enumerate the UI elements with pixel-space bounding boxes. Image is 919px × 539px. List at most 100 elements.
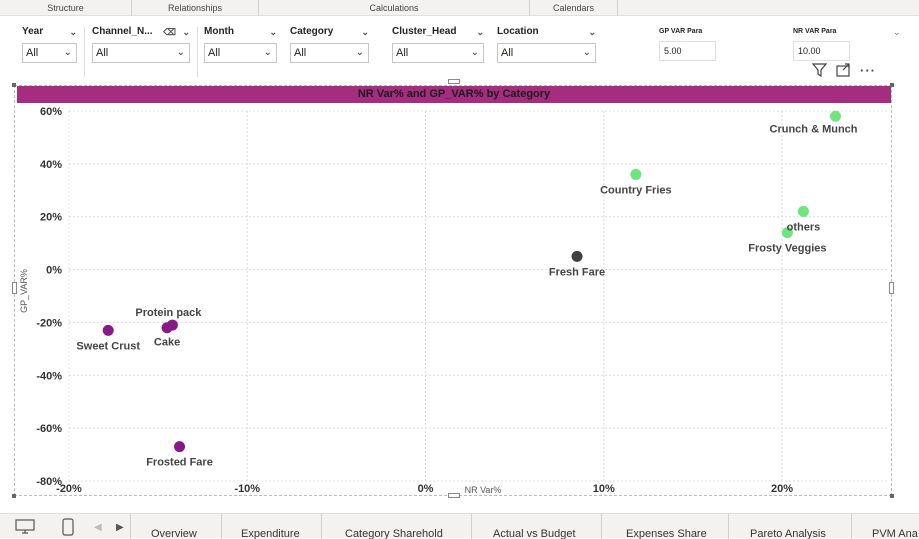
data-label: Cake	[154, 337, 180, 349]
param-input[interactable]: 10.00	[793, 41, 850, 61]
data-point[interactable]	[630, 168, 642, 180]
resize-handle[interactable]	[890, 83, 894, 87]
slicer-location: Location ⌄ All ⌄	[497, 25, 596, 63]
ribbon-group-calendars[interactable]: Calendars	[530, 0, 618, 16]
tab-actual-vs-budget[interactable]: Actual vs Budget	[471, 514, 601, 539]
chevron-down-icon: ⌄	[355, 47, 364, 58]
divider	[84, 27, 85, 77]
data-point[interactable]	[174, 441, 186, 453]
mobile-layout-icon[interactable]	[62, 518, 74, 539]
resize-handle[interactable]	[12, 83, 16, 87]
tab-category-sharehold[interactable]: Category Sharehold	[321, 514, 471, 539]
y-tick-label: -40%	[36, 370, 62, 382]
slicer-title: Cluster_Head	[392, 26, 457, 37]
chevron-down-icon: ⌄	[63, 47, 72, 58]
chevron-down-icon: ⌄	[176, 47, 185, 58]
slicer-cluster-head: Cluster_Head ⌄ All ⌄	[392, 25, 484, 63]
tab-expenses-share[interactable]: Expenses Share	[601, 514, 728, 539]
y-tick-label: 20%	[40, 212, 62, 224]
tab-overview[interactable]: Overview	[130, 514, 221, 539]
chevron-down-icon[interactable]: ⌄	[69, 25, 77, 39]
next-page-icon[interactable]: ▶	[116, 522, 124, 533]
slicer-dropdown[interactable]: All ⌄	[290, 43, 369, 63]
param-title: NR VAR Para	[793, 28, 837, 35]
visual-header: ···	[811, 63, 876, 80]
slicer-value: All	[208, 47, 221, 59]
x-tick-label: 0%	[418, 483, 434, 495]
data-label: Protein pack	[135, 307, 202, 319]
y-tick-label: -20%	[36, 317, 62, 329]
gp-var-param: GP VAR Para 5.00	[659, 27, 716, 61]
data-point[interactable]	[830, 110, 842, 122]
data-point[interactable]	[571, 250, 583, 262]
chevron-down-icon[interactable]: ⌄	[269, 25, 277, 39]
resize-handle[interactable]	[890, 494, 894, 498]
slicer-title: Category	[290, 26, 334, 37]
data-label: Crunch & Munch	[770, 123, 858, 135]
chevron-down-icon[interactable]: ⌄	[182, 25, 190, 39]
resize-handle[interactable]	[12, 494, 16, 498]
visual-title: NR Var% and GP_VAR% by Category	[17, 86, 891, 103]
filter-icon[interactable]	[811, 63, 828, 80]
slicer-dropdown[interactable]: All ⌄	[497, 43, 596, 63]
chevron-down-icon[interactable]: ⌄	[588, 25, 596, 39]
slicer-value: All	[396, 47, 409, 59]
param-input[interactable]: 5.00	[659, 41, 716, 61]
slicer-dropdown[interactable]: All ⌄	[392, 43, 484, 63]
data-point[interactable]	[102, 324, 114, 336]
slicer-title: Year	[22, 26, 44, 37]
y-tick-label: 60%	[40, 106, 62, 118]
param-title: GP VAR Para	[659, 28, 703, 35]
focus-mode-icon[interactable]	[836, 63, 851, 80]
slicer-dropdown[interactable]: All ⌄	[22, 43, 77, 63]
desktop-layout-icon[interactable]	[14, 518, 36, 537]
ribbon: Structure Relationships Calculations Cal…	[0, 0, 919, 16]
resize-handle[interactable]	[12, 282, 17, 294]
data-label: Country Fries	[600, 184, 672, 196]
page-navigation-bar: ◀ ▶ Overview Expenditure Category Shareh…	[0, 513, 919, 539]
eraser-icon[interactable]: ⌫	[163, 25, 176, 39]
slicer-title: Location	[497, 26, 539, 37]
chevron-down-icon[interactable]: ⌄	[476, 25, 484, 39]
resize-handle[interactable]	[889, 282, 894, 294]
chevron-down-icon[interactable]: ⌄	[361, 25, 369, 39]
slicer-category: Category ⌄ All ⌄	[290, 25, 369, 63]
data-label: others	[787, 221, 821, 233]
ribbon-group-calculations[interactable]: Calculations	[259, 0, 530, 16]
x-tick-label: -20%	[56, 483, 82, 495]
previous-page-icon[interactable]: ◀	[94, 522, 102, 533]
data-label: Frosty Veggies	[748, 243, 826, 255]
data-label: Frosted Fare	[146, 457, 213, 469]
tab-expenditure[interactable]: Expenditure	[221, 514, 321, 539]
slicer-dropdown[interactable]: All ⌄	[204, 43, 277, 63]
data-point[interactable]	[161, 322, 173, 334]
slicer-value: All	[501, 47, 514, 59]
tab-pvm-analysis[interactable]: PVM Ana	[851, 514, 919, 539]
slicer-value: All	[26, 47, 39, 59]
more-options-icon[interactable]: ···	[860, 63, 876, 80]
slicer-title: Month	[204, 26, 234, 37]
resize-handle[interactable]	[448, 493, 460, 498]
slicer-channel: Channel_N... ⌫ ⌄ All ⌄	[92, 25, 190, 63]
x-tick-label: -10%	[234, 483, 260, 495]
ribbon-group-relationships[interactable]: Relationships	[132, 0, 259, 16]
slicer-year: Year ⌄ All ⌄	[22, 25, 77, 63]
ribbon-group-structure[interactable]: Structure	[0, 0, 132, 16]
resize-handle[interactable]	[448, 79, 460, 84]
data-point[interactable]	[797, 205, 809, 217]
chevron-down-icon: ⌄	[582, 47, 591, 58]
scatter-chart: 60%40%20%0%-20%-40%-60%-80% -20% -10% 0% 10…	[19, 106, 889, 495]
data-label: Sweet Crust	[76, 340, 140, 352]
report-canvas: Year ⌄ All ⌄ Channel_N... ⌫ ⌄ All ⌄ Month ⌄ Al…	[0, 17, 919, 513]
slicer-value: All	[96, 47, 109, 59]
tab-pareto-analysis[interactable]: Pareto Analysis	[728, 514, 851, 539]
y-tick-label: -60%	[36, 423, 62, 435]
chevron-down-icon[interactable]: ⌄	[893, 27, 901, 38]
divider	[197, 27, 198, 77]
nr-var-param: NR VAR Para 10.00	[793, 27, 850, 61]
slicer-dropdown[interactable]: All ⌄	[92, 43, 190, 63]
x-tick-label: 10%	[593, 483, 615, 495]
scatter-visual[interactable]: NR Var% and GP_VAR% by Category 60% 40% 20…	[12, 79, 894, 498]
y-tick-label: 0%	[46, 265, 62, 277]
x-tick-label: 20%	[771, 483, 793, 495]
